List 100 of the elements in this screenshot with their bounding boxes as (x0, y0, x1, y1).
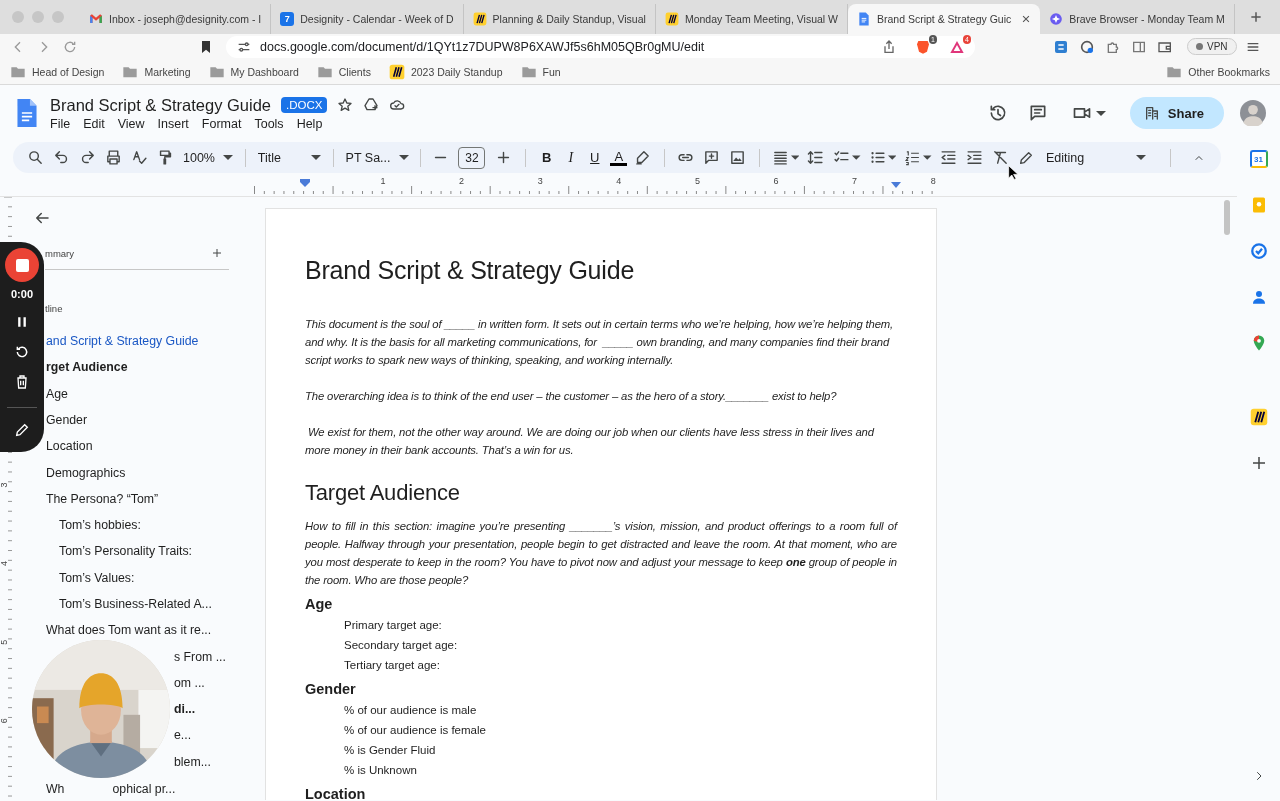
miro-icon (472, 12, 487, 26)
outline-item[interactable]: Wh (46, 780, 65, 797)
close-icon[interactable] (1021, 14, 1032, 24)
spellcheck-icon[interactable] (131, 149, 148, 166)
outline-item[interactable]: e... (174, 727, 192, 744)
font-dropdown[interactable]: PT Sa... (345, 150, 416, 165)
bookmark-item[interactable]: Other Bookmarks (1166, 63, 1270, 80)
avatar-icon[interactable] (1240, 100, 1266, 126)
outline-item[interactable]: Tom’s Personality Traits: (59, 543, 193, 560)
bulleted-list-icon[interactable] (868, 149, 886, 166)
outline-item[interactable]: and Script & Strategy Guide (46, 333, 199, 350)
pencil-icon[interactable] (14, 422, 30, 438)
add-comment-icon[interactable] (703, 149, 721, 166)
outline-item[interactable]: rget Audience (46, 359, 128, 376)
outline-item[interactable]: The Persona? “Tom” (46, 490, 159, 507)
outline-item[interactable]: Tom’s hobbies: (59, 517, 141, 534)
highlighter-icon[interactable] (634, 149, 652, 166)
outline-item[interactable]: Tom’s Business-Related A... (59, 595, 212, 612)
caret-icon[interactable] (790, 155, 800, 160)
ruler-number: 5 (694, 176, 700, 186)
bookmark-item[interactable]: Clients (316, 63, 371, 80)
decrease-indent-icon[interactable] (939, 149, 957, 166)
outline-item[interactable]: ophical pr... (112, 780, 176, 797)
scrollbar-thumb[interactable] (1224, 200, 1230, 235)
undo-icon[interactable] (53, 149, 70, 166)
menu-item[interactable]: Format (201, 116, 242, 131)
font-size-field[interactable]: 32 (458, 146, 486, 169)
add-icon[interactable] (211, 247, 223, 259)
trash-icon[interactable] (14, 374, 30, 390)
bookmark-item[interactable]: Head of Design (10, 63, 105, 80)
outline-item[interactable]: om ... (174, 674, 205, 691)
bookmark-item[interactable]: Marketing (122, 63, 191, 80)
bookmark-item[interactable]: Fun (520, 63, 561, 80)
check-circle-icon[interactable] (1249, 242, 1268, 260)
extension-icon[interactable] (1053, 38, 1069, 55)
zoom-dropdown[interactable]: 100% (183, 150, 241, 165)
menu-item[interactable]: File (50, 116, 71, 131)
numbered-list-icon[interactable] (904, 149, 922, 166)
ruler-number: 1 (380, 176, 386, 186)
extension-icon[interactable] (1079, 38, 1095, 55)
restart-icon[interactable] (14, 344, 30, 360)
ruler-number: 7 (852, 176, 858, 186)
outline-item[interactable]: Gender (46, 412, 88, 428)
menu-item[interactable]: Insert (157, 116, 189, 131)
align-icon[interactable] (771, 149, 789, 166)
bookmark-item[interactable]: 2023 Daily Standup (388, 63, 503, 80)
menu-item[interactable]: View (117, 116, 145, 131)
outline-item[interactable]: di... (174, 701, 196, 718)
style-dropdown[interactable]: Title (257, 150, 329, 165)
document-title[interactable]: Brand Script & Strategy Guide (50, 95, 272, 115)
line-spacing-icon[interactable] (807, 149, 825, 166)
bold-button[interactable]: B (538, 149, 556, 166)
outline-item[interactable]: Location (46, 438, 93, 455)
margin-marker[interactable] (891, 182, 901, 188)
share-button[interactable]: Share (1129, 97, 1224, 129)
cloud-icon[interactable] (389, 97, 406, 113)
text-color-button[interactable]: A (610, 149, 628, 166)
italic-button[interactable]: I (562, 149, 580, 166)
vpn-button[interactable]: VPN (1187, 38, 1237, 55)
outline-item[interactable]: What does Tom want as it re... (46, 622, 212, 639)
new-tab-icon[interactable] (1248, 10, 1263, 24)
outline-item[interactable]: Demographics (46, 464, 126, 481)
outline-item[interactable]: Tom’s Values: (59, 569, 135, 586)
calendar-icon[interactable]: 31 (1249, 150, 1268, 168)
browser-tab[interactable]: Brand Script & Strategy Guic (848, 4, 1041, 34)
increase-indent-icon[interactable] (965, 149, 983, 166)
paragraph: We exist for them, not the other way around. We are doing our job when our clients have less stress in their lives and more money in their bank accounts. That’s a win for us. (305, 425, 876, 458)
outline-label: tline (45, 303, 64, 314)
print-icon[interactable] (105, 149, 122, 166)
caret-icon[interactable] (852, 155, 861, 160)
caret-icon[interactable] (1095, 110, 1106, 116)
paragraph: How to fill in this section: imagine you’re presenting _______’s vision, mission, and product offerings to a room full of people. Halfway through your presentation, people begin to get distracted and leave the room. At that moment, who are you most desperate to keep in the room? You have to pivot now and adjust your message to keep one group of people in the room. Who are those people? (305, 519, 897, 588)
miro-icon[interactable] (1249, 408, 1268, 426)
caret-icon (398, 155, 409, 160)
building-icon (1143, 105, 1160, 121)
search-icon[interactable] (27, 149, 44, 166)
menu-item[interactable]: Edit (83, 116, 105, 131)
margin-marker[interactable] (300, 179, 310, 187)
redo-icon[interactable] (79, 149, 96, 166)
shield-icon[interactable] (915, 38, 931, 55)
underline-button[interactable]: U (586, 149, 604, 166)
clear-formatting-icon[interactable] (991, 149, 1009, 166)
share-icon[interactable] (881, 38, 897, 55)
bookmark-item[interactable]: My Dashboard (208, 63, 299, 80)
outline-item[interactable]: Age (46, 385, 68, 402)
menu-item[interactable]: Tools (254, 116, 284, 131)
paint-roller-icon[interactable] (157, 149, 174, 166)
image-icon[interactable] (729, 149, 747, 166)
file-type-badge: .DOCX (281, 97, 328, 113)
editing-mode-dropdown[interactable]: Editing (1017, 149, 1147, 166)
star-icon[interactable] (337, 97, 354, 113)
menu-item[interactable]: Help (296, 116, 323, 131)
drive-add-icon[interactable] (363, 97, 380, 113)
document-logo-icon[interactable] (16, 98, 38, 128)
stop-button[interactable] (5, 248, 39, 282)
caret-icon[interactable] (887, 155, 897, 160)
caret-icon[interactable] (923, 155, 932, 160)
subheading: Age (305, 595, 334, 614)
outline-item[interactable]: blem... (174, 753, 211, 770)
outline-item[interactable]: s From ... (174, 648, 226, 665)
